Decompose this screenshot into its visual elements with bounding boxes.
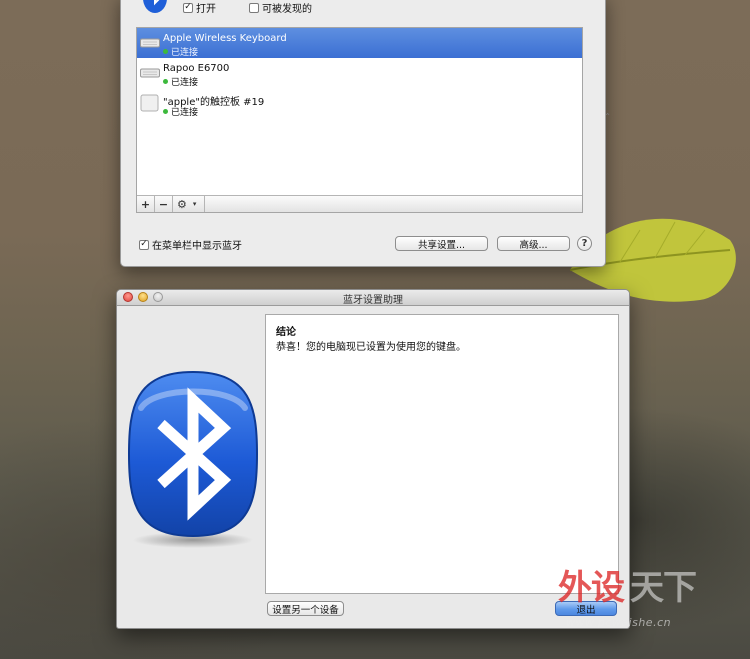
remove-device-button[interactable]: −	[155, 196, 173, 212]
list-resize-handle[interactable]: ⌃	[604, 112, 611, 121]
site-watermark: 外设 天下 www.pcwaishe.cn	[546, 560, 746, 640]
add-device-button[interactable]: +	[137, 196, 155, 212]
show-in-menu-bar-label: 在菜单栏中显示蓝牙	[152, 241, 242, 252]
connected-dot-icon	[163, 109, 168, 114]
device-status: 已连接	[163, 75, 198, 88]
device-name: Rapoo E6700	[163, 63, 230, 74]
bluetooth-on-checkbox[interactable]: ✓	[183, 2, 193, 13]
bluetooth-badge-icon	[143, 0, 167, 13]
device-status-text: 已连接	[171, 78, 199, 88]
connected-dot-icon	[163, 49, 168, 54]
bluetooth-on-checkbox-row[interactable]: ✓ 打开	[183, 0, 216, 15]
device-item-apple-trackpad[interactable]: "apple"的触控板 #19 已连接	[137, 88, 582, 118]
connected-dot-icon	[163, 79, 168, 84]
device-item-apple-wireless-keyboard[interactable]: Apple Wireless Keyboard 已连接	[137, 28, 582, 58]
help-button[interactable]: ?	[577, 236, 592, 251]
conclusion-heading: 结论	[276, 327, 296, 338]
watermark-text-right: 天下	[630, 568, 697, 608]
window-titlebar[interactable]: 蓝牙设置助理	[117, 290, 629, 306]
trackpad-icon	[140, 94, 159, 112]
bluetooth-on-label: 打开	[196, 4, 216, 15]
gear-menu-button[interactable]: ⚙ ▾	[173, 196, 205, 212]
watermark-text-left: 外设	[558, 568, 625, 608]
window-title: 蓝牙设置助理	[343, 295, 403, 306]
conclusion-panel: 结论 恭喜！您的电脑现已设置为使用您的键盘。	[265, 314, 619, 594]
advanced-button[interactable]: 高级...	[497, 236, 570, 251]
device-status: 已连接	[163, 105, 198, 118]
device-status: 已连接	[163, 45, 198, 58]
device-item-rapoo-e6700[interactable]: Rapoo E6700 已连接	[137, 58, 582, 88]
show-in-menu-bar-checkbox[interactable]: ✓	[139, 239, 149, 250]
watermark-url: www.pcwaishe.cn	[566, 616, 672, 629]
bluetooth-logo-icon	[127, 370, 259, 548]
menu-bar-checkbox-row[interactable]: ✓ 在菜单栏中显示蓝牙	[139, 237, 242, 252]
device-list-toolbar: + − ⚙ ▾	[137, 195, 582, 212]
dropdown-arrow-icon: ▾	[192, 200, 197, 208]
gear-icon: ⚙	[177, 197, 187, 211]
setup-another-device-button[interactable]: 设置另一个设备	[267, 601, 344, 616]
discoverable-label: 可被发现的	[262, 4, 312, 15]
discoverable-checkbox-row[interactable]: 可被发现的	[249, 0, 312, 15]
discoverable-checkbox[interactable]	[249, 2, 259, 13]
conclusion-message: 恭喜！您的电脑现已设置为使用您的键盘。	[276, 342, 466, 353]
keyboard-icon	[140, 68, 160, 78]
device-name: Apple Wireless Keyboard	[163, 33, 287, 44]
bluetooth-preferences-window: ✓ 打开 可被发现的 Apple Wireless Keyboard 已连接 R…	[120, 0, 611, 267]
keyboard-icon	[140, 38, 160, 48]
device-list[interactable]: Apple Wireless Keyboard 已连接 Rapoo E6700 …	[136, 27, 583, 213]
device-status-text: 已连接	[171, 48, 199, 58]
device-status-text: 已连接	[171, 108, 199, 118]
sharing-setup-button[interactable]: 共享设置...	[395, 236, 488, 251]
